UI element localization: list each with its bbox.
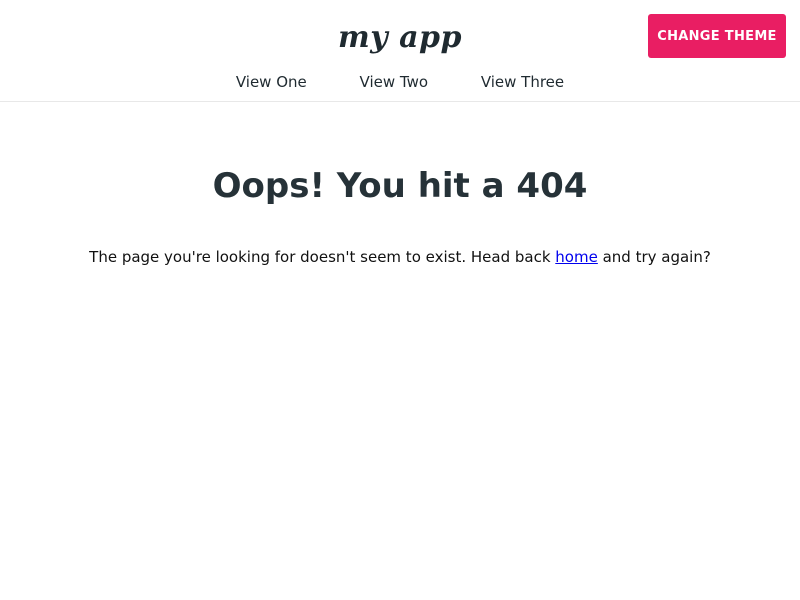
main-content: Oops! You hit a 404 The page you're look… xyxy=(0,166,800,268)
page-title: Oops! You hit a 404 xyxy=(212,166,588,206)
error-message: The page you're looking for doesn't seem… xyxy=(0,248,800,268)
change-theme-button[interactable]: CHANGE THEME xyxy=(648,14,786,58)
main-nav: View One View Two View Three xyxy=(0,73,800,91)
message-text-after: and try again? xyxy=(597,248,711,267)
nav-view-two[interactable]: View Two xyxy=(360,73,429,91)
nav-view-three[interactable]: View Three xyxy=(481,73,564,91)
message-text-before: The page you're looking for doesn't seem… xyxy=(89,248,556,267)
nav-view-one[interactable]: View One xyxy=(236,73,307,91)
home-link[interactable]: home xyxy=(555,248,598,266)
app-header: my app CHANGE THEME View One View Two Vi… xyxy=(0,0,800,102)
